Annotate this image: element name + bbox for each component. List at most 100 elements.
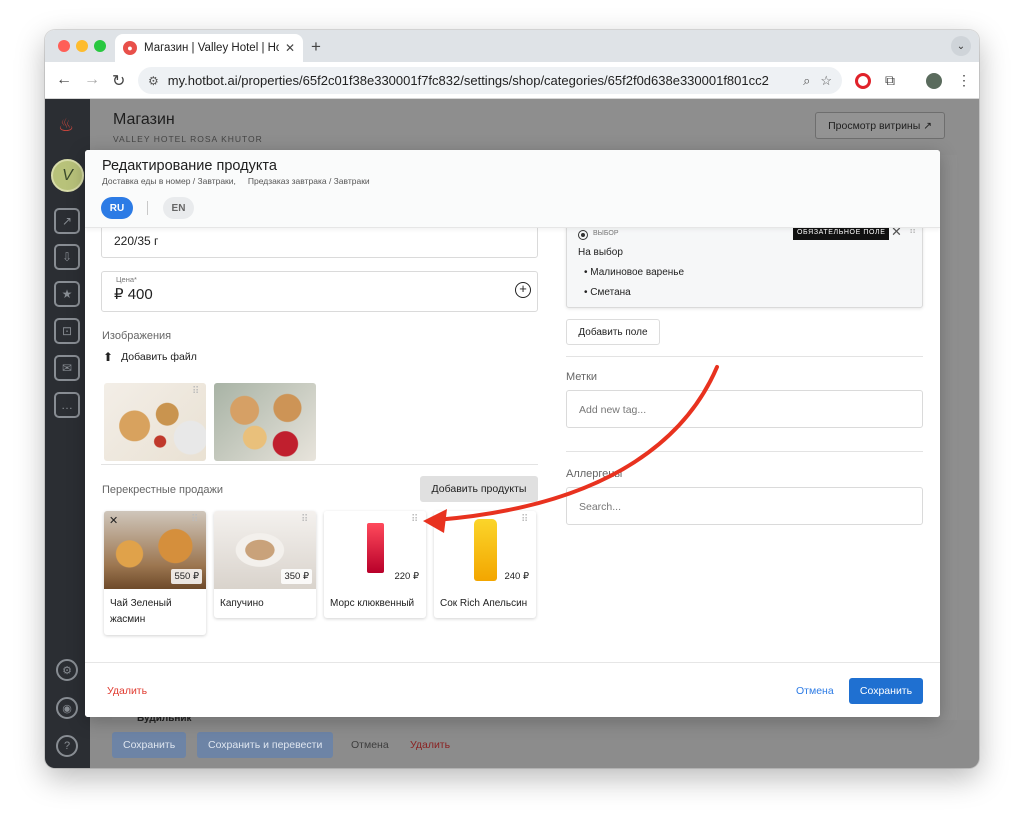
minimize-window-button[interactable]	[76, 40, 88, 52]
inbox-download-icon[interactable]: ⇩	[54, 244, 80, 270]
address-bar: ← → ↻ ⚙ my.hotbot.ai/properties/65f2c01f…	[45, 62, 979, 99]
browser-menu-icon[interactable]: ⋮	[957, 72, 971, 89]
tab-search-icon[interactable]: ⌄	[951, 36, 971, 56]
background-save-button[interactable]: Сохранить	[112, 732, 187, 758]
extensions-puzzle-icon[interactable]: ⧉	[885, 72, 895, 89]
product-name: Чай Зеленый жасмин	[110, 598, 172, 625]
drag-handle-icon[interactable]: ⠿	[411, 514, 418, 525]
breadcrumb-item: Доставка еды в номер / Завтраки,	[102, 176, 236, 186]
reload-icon[interactable]: ↻	[112, 71, 125, 91]
hotbot-logo-icon[interactable]: ♨	[58, 115, 74, 136]
tag-input[interactable]: Add new tag...	[566, 390, 923, 428]
breadcrumb-item: Предзаказ завтрака / Завтраки	[247, 176, 370, 186]
images-label: Изображения	[102, 330, 172, 342]
back-icon[interactable]: ←	[56, 71, 72, 89]
product-name: Сок Rich Апельсин	[440, 598, 528, 609]
weight-value: 220/35 г	[114, 234, 159, 248]
price-label: Цена*	[114, 275, 139, 284]
product-image[interactable]	[104, 383, 206, 461]
option-item: • Малиновое варенье	[584, 267, 685, 278]
modal-footer: Удалить Отмена Сохранить	[85, 662, 940, 717]
bookmark-star-icon[interactable]: ☆	[820, 73, 832, 89]
background-save-translate-button[interactable]: Сохранить и перевести	[197, 732, 334, 758]
product-name: Капучино	[220, 598, 264, 609]
browser-window: ● Магазин | Valley Hotel | Hotbot ✕ + ⌄ …	[45, 30, 979, 768]
option-title: На выбор	[578, 247, 623, 258]
browser-tab[interactable]: ● Магазин | Valley Hotel | Hotbot ✕	[115, 34, 303, 62]
cross-sales-label: Перекрестные продажи	[102, 484, 223, 496]
add-price-icon[interactable]: +	[515, 282, 531, 298]
property-avatar[interactable]: V	[51, 159, 84, 192]
storefront-preview-button[interactable]: Просмотр витрины ↗	[815, 112, 945, 139]
drag-handle-icon[interactable]: ⠿	[191, 514, 198, 525]
opera-extension-icon[interactable]	[855, 73, 871, 89]
modal-title: Редактирование продукта	[102, 158, 277, 174]
allergens-label: Аллергены	[566, 468, 623, 480]
edit-product-modal: Редактирование продукта Доставка еды в н…	[85, 150, 940, 717]
price-value: ₽ 400	[114, 286, 153, 303]
new-tab-icon[interactable]: +	[311, 37, 321, 57]
language-tab-ru[interactable]: RU	[101, 197, 133, 219]
cross-sale-card[interactable]: 350 ₽ ⠿ Капучино	[214, 511, 316, 618]
cross-sale-card[interactable]: 550 ₽ ✕ ⠿ Чай Зеленый жасмин	[104, 511, 206, 635]
cancel-button[interactable]: Отмена	[796, 685, 834, 697]
add-file-button[interactable]: ⬆ Добавить файл	[103, 350, 197, 364]
chat-icon[interactable]: …	[54, 392, 80, 418]
hotbot-favicon-icon: ●	[123, 41, 137, 55]
cross-sale-card[interactable]: 240 ₽ ⠿ Сок Rich Апельсин	[434, 511, 536, 618]
language-separator	[147, 201, 148, 215]
concierge-icon[interactable]: ★	[54, 281, 80, 307]
page-subtitle: VALLEY HOTEL ROSA KHUTOR	[113, 134, 263, 144]
product-name: Морс клюквенный	[330, 598, 415, 609]
price-field[interactable]: Цена* ₽ 400 +	[101, 271, 538, 312]
tab-title: Магазин | Valley Hotel | Hotbot	[144, 42, 279, 54]
add-file-label: Добавить файл	[121, 351, 197, 363]
forward-icon[interactable]: →	[84, 71, 100, 89]
shop-cart-icon[interactable]: ⊡	[54, 318, 80, 344]
drag-handle-icon[interactable]: ⠿	[521, 514, 528, 525]
user-account-icon[interactable]: ◉	[56, 697, 78, 719]
help-icon[interactable]: ?	[56, 735, 78, 757]
tab-bar: ● Магазин | Valley Hotel | Hotbot ✕ + ⌄	[45, 30, 979, 62]
zoom-icon[interactable]: ⌕	[803, 73, 810, 89]
cross-sale-card[interactable]: 220 ₽ ⠿ Морс клюквенный	[324, 511, 426, 618]
divider	[566, 356, 923, 357]
settings-gear-icon[interactable]: ⚙	[56, 659, 78, 681]
upload-icon: ⬆	[103, 350, 114, 364]
maximize-window-button[interactable]	[94, 40, 106, 52]
option-type: ВЫБОР	[593, 230, 619, 237]
tab-close-icon[interactable]: ✕	[285, 41, 295, 55]
app-area: ♨ V ↗ ⇩ ★ ⊡ ✉ … ⚙ ◉ ? Магазин VALLEY HOT…	[45, 99, 979, 768]
mail-icon[interactable]: ✉	[54, 355, 80, 381]
url-field[interactable]: ⚙ my.hotbot.ai/properties/65f2c01f38e330…	[138, 67, 842, 94]
divider	[101, 464, 538, 465]
sidebar: ♨ V ↗ ⇩ ★ ⊡ ✉ … ⚙ ◉ ?	[45, 99, 90, 768]
divider	[566, 451, 923, 452]
drag-handle-icon[interactable]: ⠿	[192, 386, 199, 397]
remove-icon[interactable]: ✕	[109, 514, 118, 527]
url-text: my.hotbot.ai/properties/65f2c01f38e33000…	[167, 73, 769, 88]
background-delete-button[interactable]: Удалить	[399, 732, 461, 758]
allergens-search-input[interactable]: Search...	[566, 487, 923, 525]
tags-label: Метки	[566, 371, 598, 383]
product-price: 350 ₽	[281, 569, 312, 584]
radio-icon	[578, 230, 588, 240]
product-price: 240 ₽	[501, 569, 532, 584]
language-tab-en[interactable]: EN	[163, 197, 194, 219]
product-price: 220 ₽	[391, 569, 422, 584]
add-products-button[interactable]: Добавить продукты	[420, 476, 538, 502]
background-cancel-button[interactable]: Отмена	[340, 732, 400, 758]
delete-button[interactable]: Удалить	[107, 685, 147, 697]
option-item: • Сметана	[584, 287, 631, 298]
page-title: Магазин	[113, 111, 175, 128]
site-info-icon[interactable]: ⚙	[148, 74, 159, 88]
add-field-button[interactable]: Добавить поле	[566, 319, 660, 345]
breadcrumb: Доставка еды в номер / Завтраки, Предзак…	[102, 176, 370, 186]
drag-handle-icon[interactable]: ⠿	[301, 514, 308, 525]
close-window-button[interactable]	[58, 40, 70, 52]
analytics-icon[interactable]: ↗	[54, 208, 80, 234]
modal-header: Редактирование продукта Доставка еды в н…	[85, 150, 940, 228]
product-image[interactable]	[214, 383, 316, 461]
save-button[interactable]: Сохранить	[849, 678, 923, 704]
profile-avatar-icon[interactable]	[926, 73, 942, 89]
